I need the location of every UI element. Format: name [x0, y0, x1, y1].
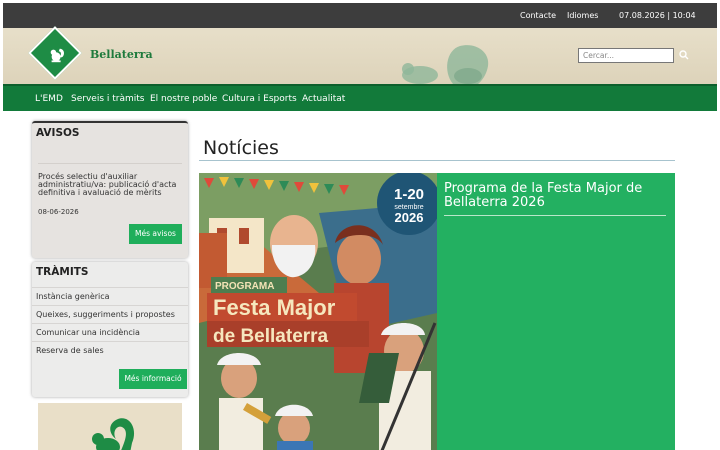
- tramits-title: TRÀMITS: [36, 266, 89, 278]
- squirrel-icon: [92, 418, 135, 450]
- tramit-item-queixes[interactable]: Queixes, suggeriments i propostes: [32, 305, 188, 323]
- nav-item-actualitat[interactable]: Actualitat: [302, 94, 345, 104]
- site-header: Bellaterra: [3, 26, 717, 84]
- news-card[interactable]: Programa de la Festa Major de Bellaterra…: [437, 173, 675, 450]
- poster-line1: Festa Major: [213, 295, 336, 320]
- page-title: Notícies: [203, 137, 279, 159]
- nav-item-serveis[interactable]: Serveis i tràmits: [71, 94, 144, 104]
- more-info-button[interactable]: Més informació: [119, 369, 187, 389]
- notice-link[interactable]: Procés selectiu d'auxiliar administratiu…: [38, 173, 178, 197]
- tramit-item-incidencia[interactable]: Comunicar una incidència: [32, 323, 188, 341]
- news-divider: [444, 215, 666, 216]
- festa-major-poster: 1-20 setembre 2026 PROGRAMA Festa Major …: [199, 173, 437, 450]
- poster-line2: de Bellaterra: [213, 326, 329, 347]
- promo-banner[interactable]: [38, 403, 182, 450]
- more-notices-button[interactable]: Més avisos: [129, 224, 182, 244]
- decorative-squirrel-icon: [402, 45, 489, 84]
- date-time: 07.08.2026 | 10:04: [619, 11, 696, 20]
- notice-date: 08-06-2026: [38, 208, 79, 216]
- nav-item-poble[interactable]: El nostre poble: [150, 94, 217, 104]
- divider: [38, 163, 182, 164]
- languages-link[interactable]: Idiomes: [567, 11, 598, 20]
- tramits-panel: TRÀMITS Instància genèrica Queixes, sugg…: [32, 262, 188, 397]
- contact-link[interactable]: Contacte: [520, 11, 556, 20]
- search-input[interactable]: [578, 48, 674, 63]
- squirrel-logo-icon: [50, 48, 65, 63]
- poster-date-range: 1-20: [394, 186, 424, 203]
- tramit-item-sales[interactable]: Reserva de sales: [32, 341, 188, 359]
- title-divider: [199, 160, 675, 161]
- main-nav: L'EMD Serveis i tràmits El nostre poble …: [3, 84, 717, 111]
- nav-item-cultura[interactable]: Cultura i Esports: [222, 94, 297, 104]
- avisos-title: AVISOS: [36, 127, 80, 139]
- brand-name[interactable]: Bellaterra: [90, 48, 153, 61]
- tramits-list: Instància genèrica Queixes, suggeriments…: [32, 287, 188, 359]
- news-title[interactable]: Programa de la Festa Major de Bellaterra…: [444, 182, 666, 210]
- avisos-panel: AVISOS Procés selectiu d'auxiliar admini…: [32, 121, 188, 258]
- poster-year: 2026: [395, 210, 424, 225]
- page: Contacte Idiomes 07.08.2026 | 10:04 Bell…: [3, 3, 717, 450]
- nav-item-emd[interactable]: L'EMD: [35, 94, 63, 104]
- top-bar: Contacte Idiomes 07.08.2026 | 10:04: [3, 3, 717, 28]
- tramit-item-instancia[interactable]: Instància genèrica: [32, 287, 188, 305]
- poster-kicker: PROGRAMA: [215, 281, 274, 292]
- news-image[interactable]: 1-20 setembre 2026 PROGRAMA Festa Major …: [199, 173, 437, 450]
- search-icon[interactable]: [678, 49, 690, 61]
